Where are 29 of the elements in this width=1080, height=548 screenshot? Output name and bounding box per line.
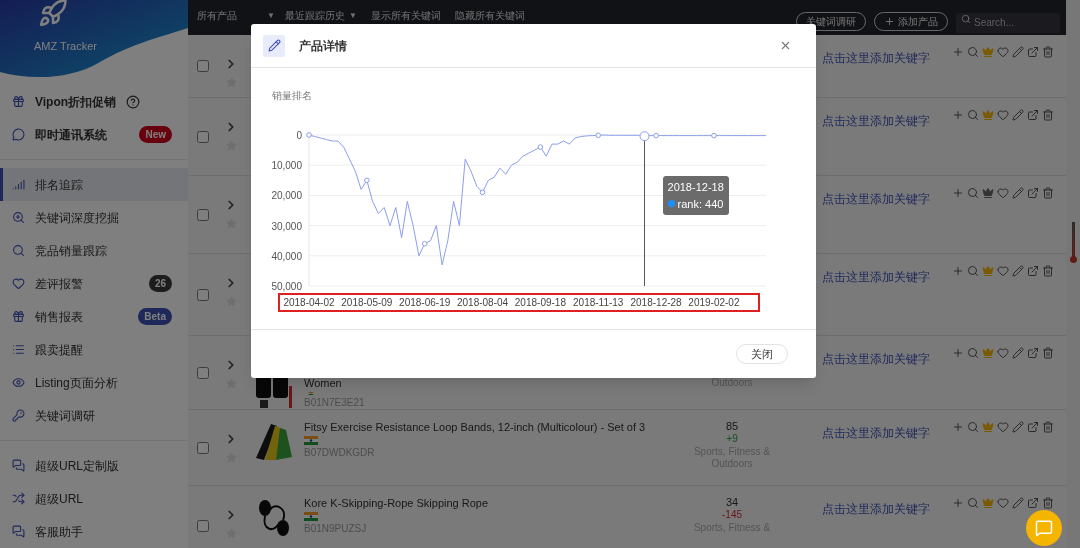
product-title: Fitsy Exercise Resistance Loop Bands, 12-inch (Multicolour) - Set of 3 bbox=[304, 420, 646, 434]
count-badge: New bbox=[139, 126, 172, 143]
rank-change: +9 bbox=[726, 433, 738, 445]
tooltip-text: 2018-12-18 bbox=[667, 180, 724, 195]
axis-tick-label: 2019-02-02 bbox=[688, 297, 740, 308]
count-badge: Beta bbox=[138, 308, 172, 325]
axis-tick-label: 2018-06-19 bbox=[399, 297, 451, 308]
axis-tick-label: 2018-08-04 bbox=[456, 297, 509, 308]
product-title: Women bbox=[304, 376, 342, 390]
axis-tick-label: 2018-12-28 bbox=[630, 297, 682, 308]
axis-tick-label: 2018-05-09 bbox=[341, 297, 393, 308]
rank-value: 34 bbox=[725, 496, 739, 509]
axis-tick-label: 50,000 bbox=[271, 281, 302, 292]
axis-tick-label: 10,000 bbox=[271, 160, 302, 172]
axis-tick-label: 2018-09-18 bbox=[514, 297, 566, 308]
axis-tick-label: 20,000 bbox=[271, 190, 302, 202]
count-badge: 26 bbox=[148, 275, 172, 292]
tooltip-text: rank: 440 bbox=[667, 195, 724, 212]
dialog-title: 产品详情 bbox=[299, 37, 347, 55]
axis-tick-label: 0 bbox=[296, 130, 302, 141]
rank-change: -145 bbox=[722, 509, 742, 521]
product-title: Kore K-Skipping-Rope Skipping Rope bbox=[304, 496, 489, 510]
axis-tick-label: 2018-04-02 bbox=[283, 297, 335, 308]
rank-value: 85 bbox=[725, 420, 739, 433]
logo-text: AMZ Tracker bbox=[34, 39, 97, 54]
axis-tick-label: 30,000 bbox=[271, 220, 302, 232]
chart-title: 销量排名 bbox=[271, 89, 313, 103]
axis-tick-label: 2018-11-13 bbox=[573, 297, 624, 308]
axis-tick-label: 40,000 bbox=[271, 250, 302, 262]
